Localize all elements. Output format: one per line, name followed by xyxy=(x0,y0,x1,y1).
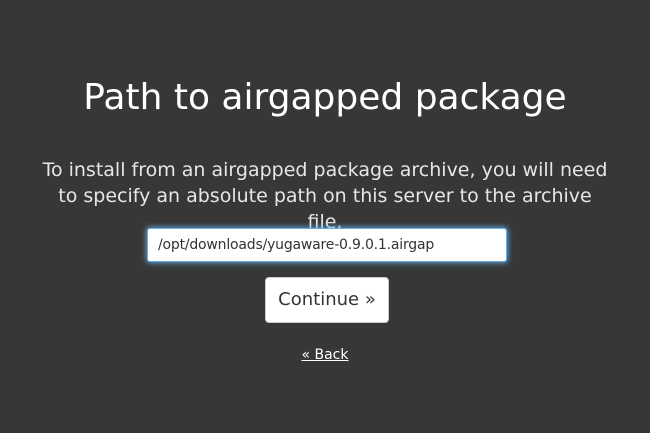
page-title: Path to airgapped package xyxy=(83,77,567,118)
back-link[interactable]: « Back xyxy=(0,345,650,365)
page-description: To install from an airgapped package arc… xyxy=(42,159,608,233)
back-link-label: « Back xyxy=(301,347,349,363)
airgap-path-page: Path to airgapped package To install fro… xyxy=(0,0,650,433)
airgap-path-input[interactable] xyxy=(148,229,506,261)
continue-button[interactable]: Continue » xyxy=(265,277,389,323)
path-input-container xyxy=(147,228,507,262)
